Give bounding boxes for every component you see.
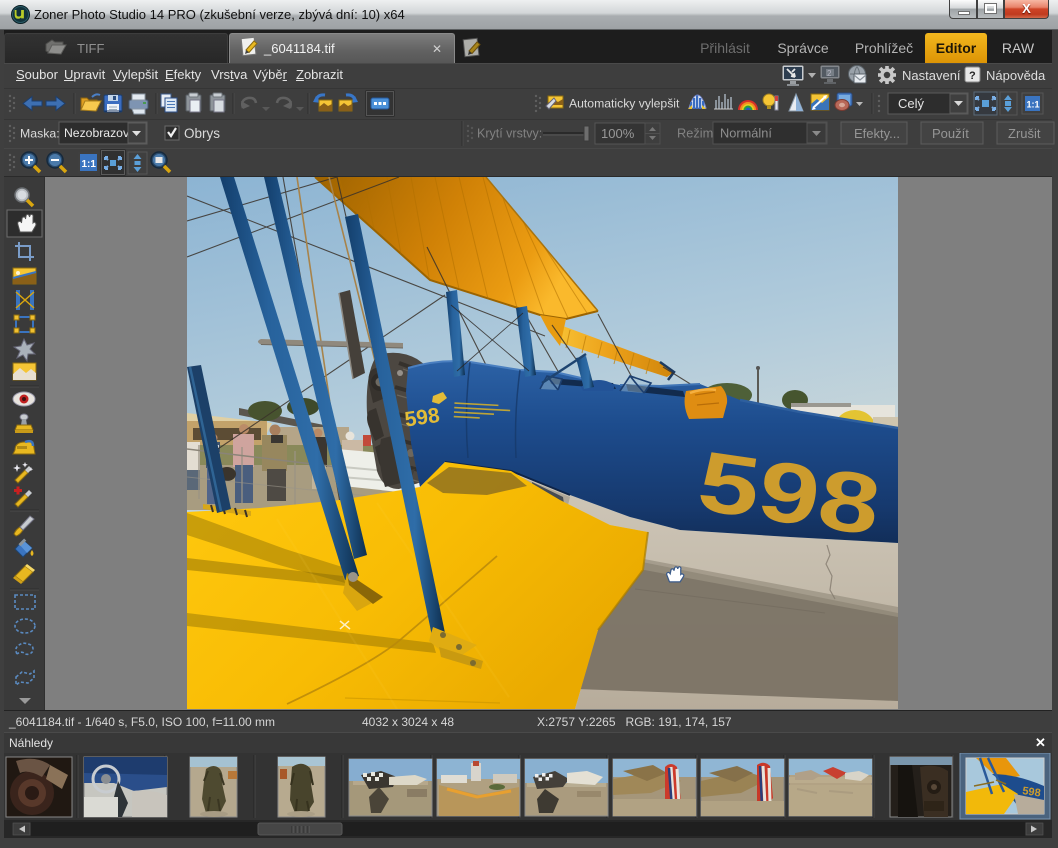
svg-text:Celý: Celý xyxy=(898,96,925,111)
svg-text:1:1: 1:1 xyxy=(82,159,97,170)
svg-text:Automaticky vylepšit: Automaticky vylepšit xyxy=(569,97,680,111)
svg-text:Normální: Normální xyxy=(720,126,772,141)
svg-text:1:1: 1:1 xyxy=(1027,100,1040,110)
svg-text:598: 598 xyxy=(403,404,441,432)
svg-text:Režim:: Režim: xyxy=(677,126,717,141)
svg-text:2: 2 xyxy=(827,69,832,78)
svg-text:Krytí vrstvy:: Krytí vrstvy: xyxy=(477,127,542,141)
svg-text:?: ? xyxy=(969,70,976,82)
svg-text:Maska:: Maska: xyxy=(20,127,60,141)
svg-text:Nastavení: Nastavení xyxy=(902,68,961,83)
svg-text:Zrušit: Zrušit xyxy=(1008,126,1041,141)
svg-text:Efekty...: Efekty... xyxy=(854,126,900,141)
svg-text:Obrys: Obrys xyxy=(184,126,220,141)
svg-text:Použít: Použít xyxy=(932,126,969,141)
svg-text:100%: 100% xyxy=(601,126,635,141)
svg-text:Nápověda: Nápověda xyxy=(986,68,1046,83)
